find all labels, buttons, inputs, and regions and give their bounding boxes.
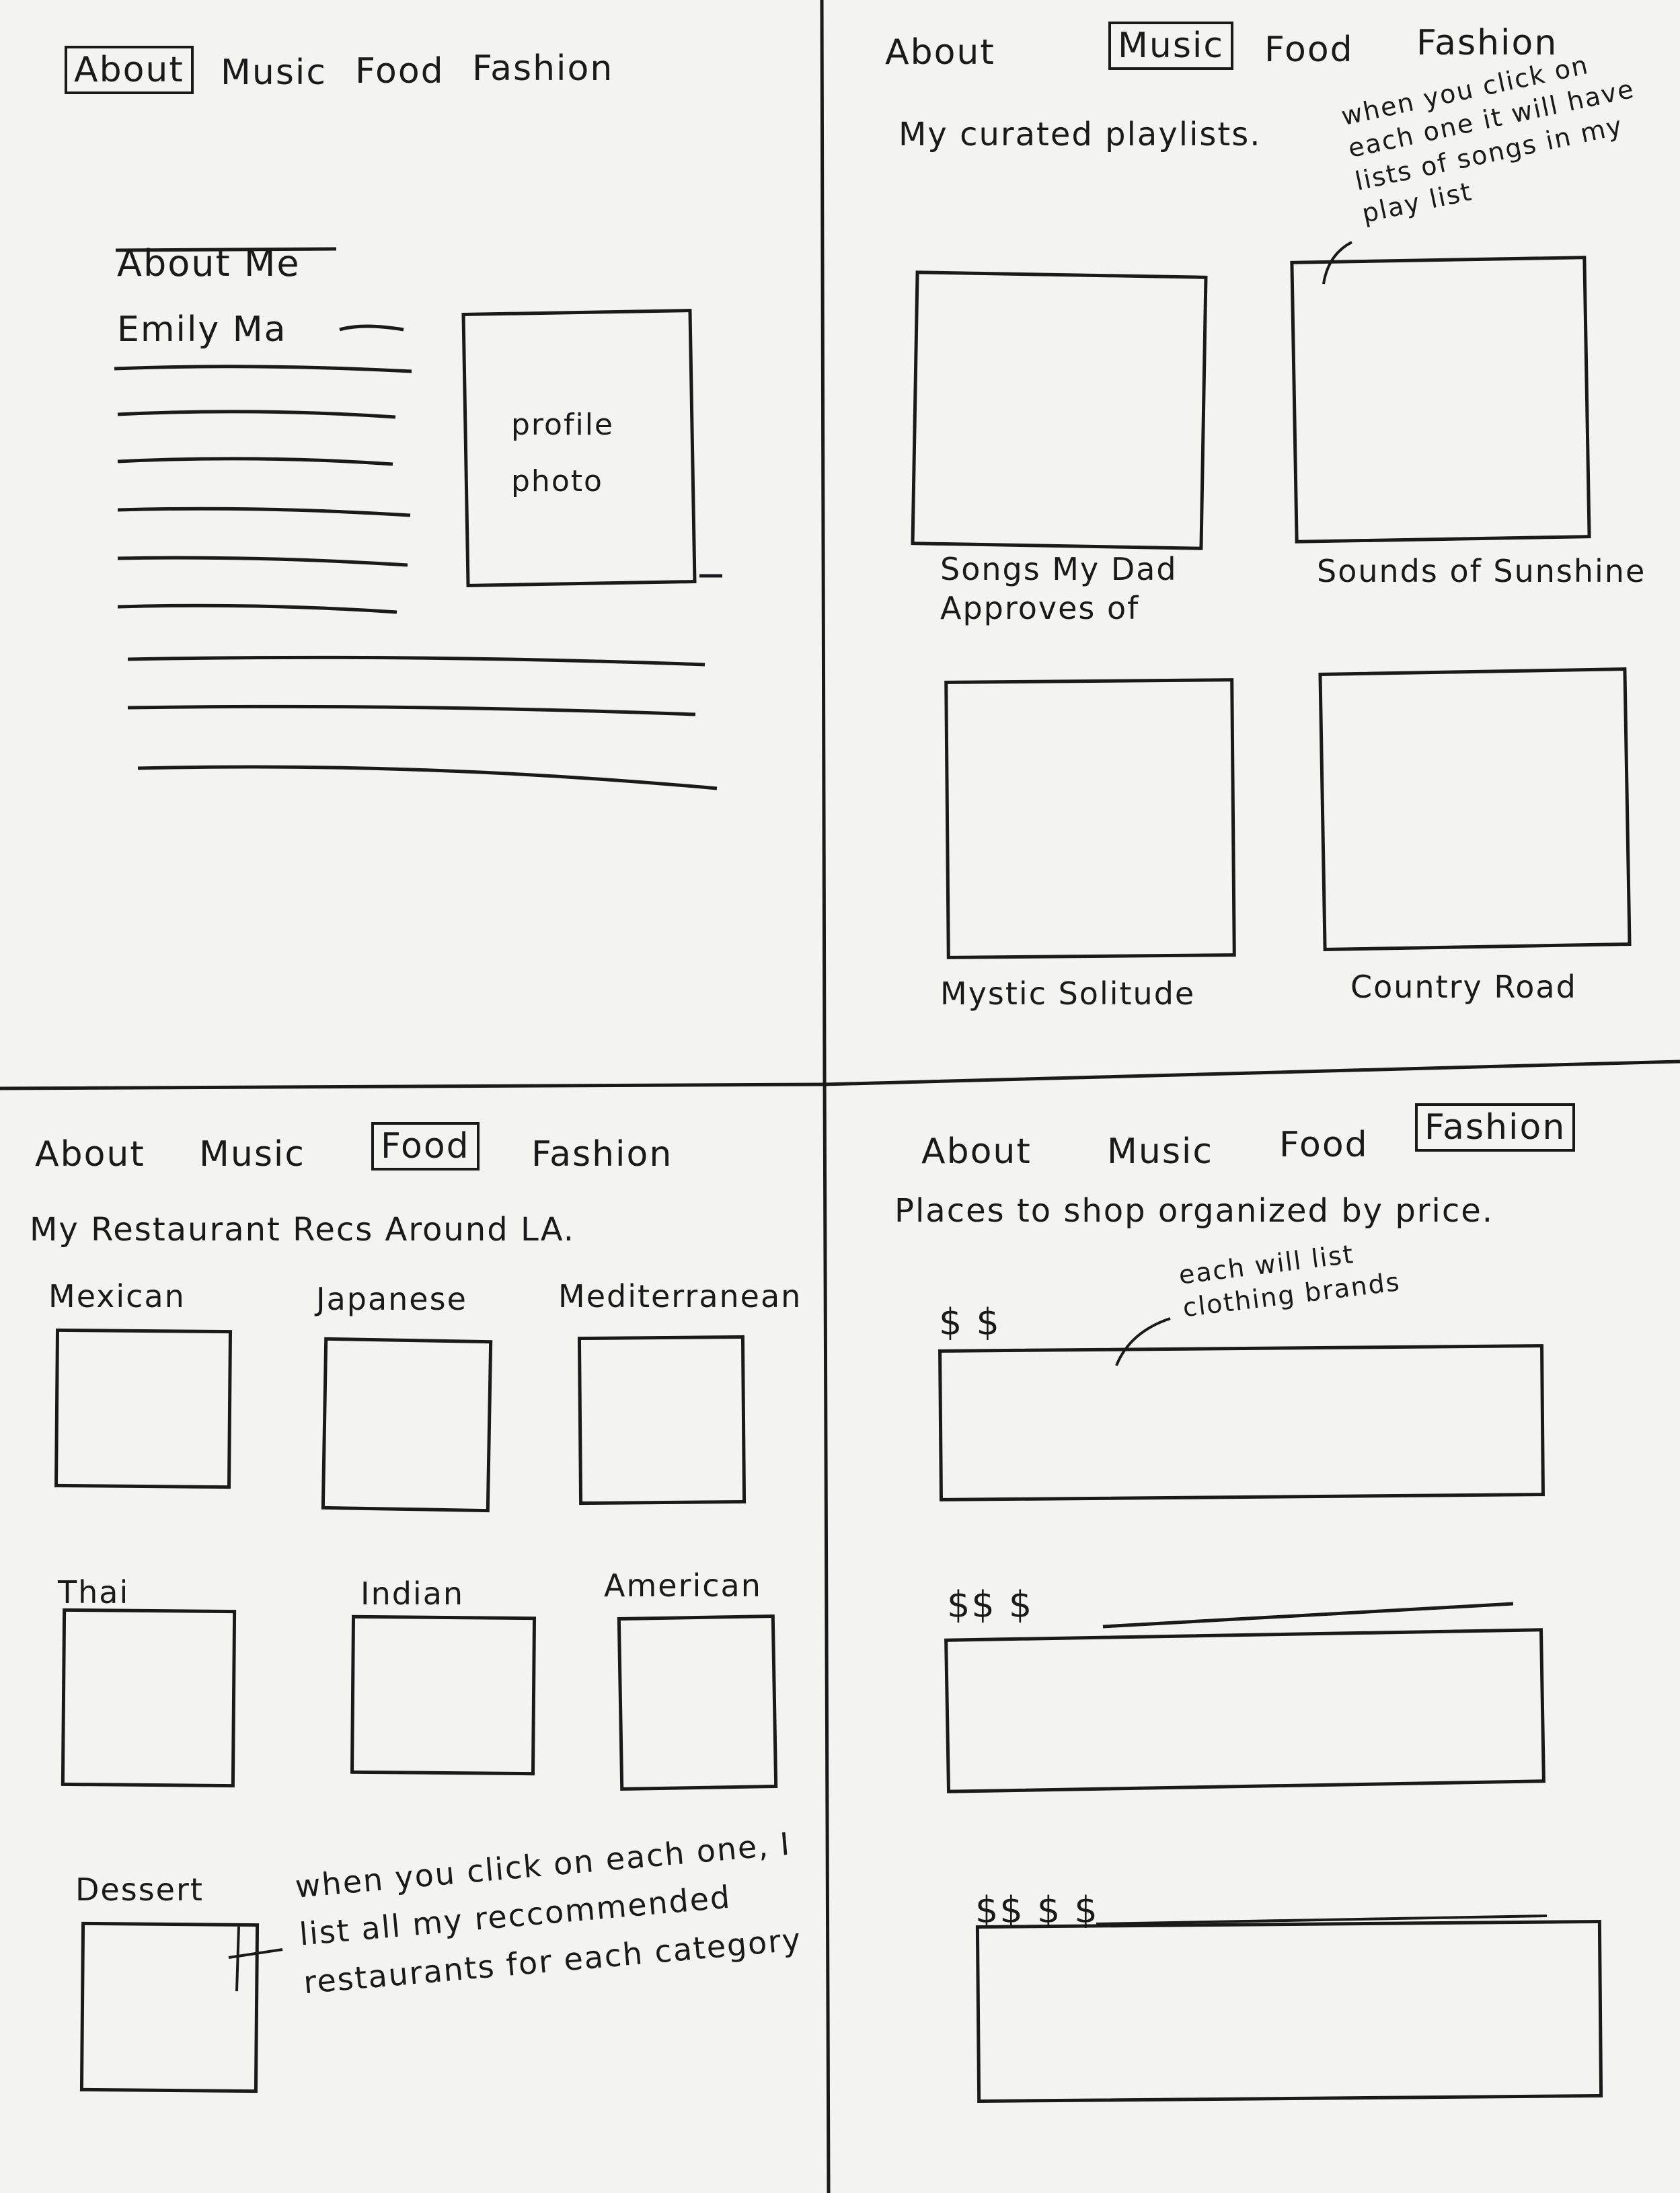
nav-fashion[interactable]: Fashion	[531, 1134, 673, 1175]
playlist-card-3[interactable]	[944, 678, 1236, 959]
food-heading: My Restaurant Recs Around LA.	[30, 1211, 576, 1249]
price-tier-label-2: $$ $	[947, 1584, 1034, 1626]
category-label-mexican: Mexican	[48, 1278, 186, 1314]
nav-music[interactable]: Music	[1107, 1131, 1213, 1172]
about-name: Emily Ma	[117, 309, 287, 350]
category-card-mediterranean[interactable]	[577, 1335, 747, 1506]
category-label-thai: Thai	[58, 1574, 130, 1610]
profile-photo-label: profile photo	[511, 408, 614, 498]
price-tier-card-1[interactable]	[938, 1344, 1545, 1501]
nav-music-active[interactable]: Music	[1108, 22, 1233, 70]
nav-fashion-active[interactable]: Fashion	[1415, 1103, 1576, 1152]
nav-fashion[interactable]: Fashion	[472, 48, 613, 89]
category-label-american: American	[604, 1567, 762, 1604]
nav-music[interactable]: Music	[199, 1134, 305, 1175]
nav-fashion[interactable]: Fashion	[1416, 23, 1558, 63]
category-card-indian[interactable]	[350, 1614, 537, 1776]
price-tier-label-1: $ $	[939, 1301, 1001, 1343]
category-card-mexican[interactable]	[54, 1328, 233, 1489]
nav-about[interactable]: About	[35, 1134, 145, 1175]
nav-food[interactable]: Food	[1279, 1125, 1369, 1165]
category-card-thai[interactable]	[61, 1608, 237, 1788]
price-tier-card-3[interactable]	[975, 1919, 1603, 2104]
price-tier-card-2[interactable]	[944, 1628, 1545, 1793]
playlist-card-2[interactable]	[1290, 256, 1591, 544]
category-label-indian: Indian	[360, 1575, 465, 1612]
category-label-dessert: Dessert	[75, 1871, 204, 1908]
playlist-title-3: Mystic Solitude	[940, 975, 1196, 1012]
nav-food[interactable]: Food	[355, 51, 445, 91]
playlist-title-2: Sounds of Sunshine	[1317, 553, 1646, 589]
category-card-american[interactable]	[617, 1614, 778, 1791]
playlist-card-4[interactable]	[1318, 667, 1632, 951]
nav-food[interactable]: Food	[1264, 30, 1354, 70]
about-heading: About Me	[117, 242, 301, 285]
playlist-title-4: Country Road	[1350, 969, 1577, 1005]
nav-about-active[interactable]: About	[65, 46, 194, 94]
playlist-card-1[interactable]	[911, 270, 1208, 550]
fashion-heading: Places to shop organized by price.	[894, 1192, 1494, 1230]
nav-food-active[interactable]: Food	[371, 1122, 480, 1170]
nav-about[interactable]: About	[921, 1131, 1032, 1172]
nav-music[interactable]: Music	[221, 52, 327, 93]
category-label-mediterranean: Mediterranean	[558, 1278, 802, 1314]
category-label-japanese: Japanese	[316, 1281, 467, 1317]
nav-about[interactable]: About	[885, 32, 995, 73]
music-heading: My curated playlists.	[899, 116, 1262, 153]
category-card-dessert[interactable]	[79, 1921, 260, 2093]
playlist-title-1: Songs My Dad Approves of	[940, 551, 1178, 626]
category-card-japanese[interactable]	[321, 1337, 493, 1513]
